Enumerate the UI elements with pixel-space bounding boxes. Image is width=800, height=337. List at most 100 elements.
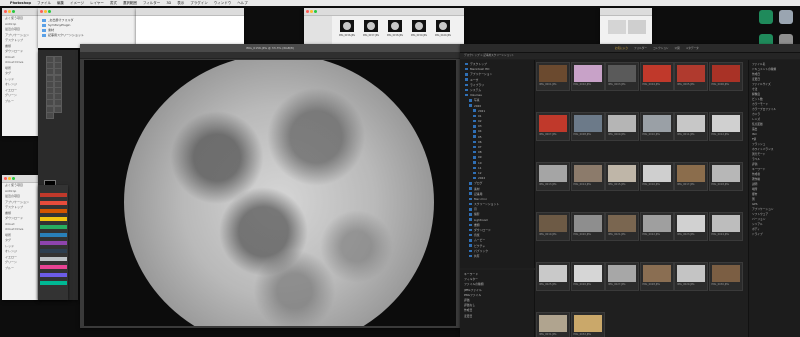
thumbnail-12[interactable]: IMG_0013.JPG bbox=[536, 162, 570, 191]
thumbnail-26[interactable]: IMG_0027.JPG bbox=[605, 262, 639, 291]
folder-tree-item-37[interactable]: 共有 bbox=[463, 254, 531, 259]
thumbnail-image bbox=[642, 265, 671, 282]
color-swatch-6[interactable] bbox=[40, 241, 67, 245]
minimize-button[interactable] bbox=[8, 10, 11, 13]
thumbnail-19[interactable]: IMG_0020.JPG bbox=[570, 212, 605, 241]
hand-icon[interactable] bbox=[54, 105, 62, 113]
zoom-button[interactable] bbox=[48, 10, 51, 13]
close-button[interactable] bbox=[40, 10, 43, 13]
color-swatch-11[interactable] bbox=[40, 281, 67, 285]
thumbnail-2[interactable]: IMG_0003.JPG bbox=[605, 62, 639, 91]
menu-item-1[interactable]: ファイル bbox=[37, 1, 51, 5]
image-file-1[interactable]: IMG_0157.JPG bbox=[360, 18, 382, 44]
bridge-tab-3[interactable]: 公開 bbox=[675, 47, 680, 50]
thumbnail-8[interactable]: IMG_0009.JPG bbox=[605, 112, 639, 141]
close-button[interactable] bbox=[306, 10, 309, 13]
zoom-icon[interactable] bbox=[46, 111, 54, 119]
thumbnail-27[interactable]: IMG_0028.JPG bbox=[639, 262, 674, 291]
bridge-tab-1[interactable]: フォルダー bbox=[634, 47, 647, 50]
thumbnail-22[interactable]: IMG_0023.JPG bbox=[674, 212, 708, 241]
image-file-2[interactable]: IMG_0158.JPG bbox=[384, 18, 406, 44]
close-button[interactable] bbox=[4, 10, 7, 13]
thumbnail-18[interactable]: IMG_0019.JPG bbox=[536, 212, 570, 241]
zoom-button[interactable] bbox=[12, 10, 15, 13]
bridge-path[interactable]: デスクトップ > 記事用スクリーンショット bbox=[464, 54, 514, 57]
menu-item-8[interactable]: 3D bbox=[166, 1, 171, 5]
thumbnail-1[interactable]: IMG_0002.JPG bbox=[570, 62, 605, 91]
color-swatch-8[interactable] bbox=[40, 257, 67, 261]
menu-item-0[interactable]: Photoshop bbox=[10, 1, 31, 5]
canvas[interactable] bbox=[84, 60, 456, 326]
thumbnail-7[interactable]: IMG_0008.JPG bbox=[570, 112, 605, 141]
menu-item-5[interactable]: 書式 bbox=[110, 1, 117, 5]
thumbnail-20[interactable]: IMG_0021.JPG bbox=[605, 212, 639, 241]
folder-icon bbox=[473, 176, 476, 180]
thumbnail-0[interactable]: IMG_0001.JPG bbox=[536, 62, 570, 91]
menu-item-9[interactable]: 表示 bbox=[177, 1, 184, 5]
folder-icon bbox=[465, 62, 468, 66]
thumbnail-30[interactable]: IMG_0031.JPG bbox=[536, 312, 570, 337]
color-swatch-1[interactable] bbox=[40, 201, 67, 205]
finder-lower-item-15[interactable]: ブルー bbox=[2, 266, 38, 272]
thumbnail-3[interactable]: IMG_0004.JPG bbox=[639, 62, 674, 91]
thumbnail-13[interactable]: IMG_0014.JPG bbox=[570, 162, 605, 191]
document-tab[interactable] bbox=[80, 52, 460, 59]
thumbnail-filename: IMG_0031.JPG bbox=[539, 333, 557, 336]
moon-thumbnail bbox=[340, 20, 354, 32]
menu-item-12[interactable]: ヘルプ bbox=[237, 1, 248, 5]
minimize-button[interactable] bbox=[310, 10, 313, 13]
desktop-icon-1[interactable] bbox=[779, 10, 793, 24]
bridge-tab-2[interactable]: コレクション bbox=[653, 47, 669, 50]
thumbnail-11[interactable]: IMG_0012.JPG bbox=[708, 112, 743, 141]
bridge-tab-4[interactable]: メタデータ bbox=[686, 47, 699, 50]
minimize-button[interactable] bbox=[8, 177, 11, 180]
color-swatch-9[interactable] bbox=[40, 265, 67, 269]
thumbnail-23[interactable]: IMG_0024.JPG bbox=[708, 212, 743, 241]
thumbnail-14[interactable]: IMG_0015.JPG bbox=[605, 162, 639, 191]
thumbnail-16[interactable]: IMG_0017.JPG bbox=[674, 162, 708, 191]
color-swatch-0[interactable] bbox=[40, 193, 67, 197]
finder-left-item-15[interactable]: ブルー bbox=[2, 99, 38, 105]
color-swatch-4[interactable] bbox=[40, 225, 67, 229]
color-swatch-3[interactable] bbox=[40, 217, 67, 221]
thumbnail-25[interactable]: IMG_0026.JPG bbox=[570, 262, 605, 291]
color-swatch-5[interactable] bbox=[40, 233, 67, 237]
bridge-tab-0[interactable]: お気に入り bbox=[615, 47, 628, 50]
image-file-0[interactable]: IMG_0156.JPG bbox=[336, 18, 358, 44]
color-swatch-7[interactable] bbox=[40, 249, 67, 253]
metadata-row-34[interactable]: ドライブ bbox=[752, 232, 798, 237]
thumbnail-17[interactable]: IMG_0018.JPG bbox=[708, 162, 743, 191]
thumbnail-24[interactable]: IMG_0025.JPG bbox=[536, 262, 570, 291]
color-swatch-10[interactable] bbox=[40, 273, 67, 277]
menu-item-4[interactable]: レイヤー bbox=[90, 1, 104, 5]
file-item-3[interactable]: 記事用スクリーンショット bbox=[42, 33, 132, 38]
color-swatch-2[interactable] bbox=[40, 209, 67, 213]
image-file-4[interactable]: IMG_0160.JPG bbox=[432, 18, 454, 44]
filter-item-8[interactable]: 変更日 bbox=[464, 314, 530, 319]
thumbnail-6[interactable]: IMG_0007.JPG bbox=[536, 112, 570, 141]
thumbnail-4[interactable]: IMG_0005.JPG bbox=[674, 62, 708, 91]
image-file-3[interactable]: IMG_0159.JPG bbox=[408, 18, 430, 44]
zoom-button[interactable] bbox=[12, 177, 15, 180]
finder-center-titlebar bbox=[38, 8, 136, 16]
menu-item-3[interactable]: イメージ bbox=[70, 1, 84, 5]
thumbnail-31[interactable]: IMG_0032.JPG bbox=[570, 312, 605, 337]
thumbnail-28[interactable]: IMG_0029.JPG bbox=[674, 262, 708, 291]
folder-icon bbox=[473, 156, 476, 159]
close-button[interactable] bbox=[4, 177, 7, 180]
menu-item-2[interactable]: 編集 bbox=[57, 1, 64, 5]
moon-image bbox=[124, 60, 434, 326]
menu-item-6[interactable]: 選択範囲 bbox=[123, 1, 137, 5]
menu-item-11[interactable]: ウィンドウ bbox=[214, 1, 232, 5]
thumbnail-5[interactable]: IMG_0006.JPG bbox=[708, 62, 743, 91]
menu-item-7[interactable]: フィルター bbox=[143, 1, 160, 5]
zoom-button[interactable] bbox=[314, 10, 317, 13]
thumbnail-29[interactable]: IMG_0030.JPG bbox=[708, 262, 743, 291]
desktop-icon-0[interactable] bbox=[759, 10, 773, 24]
menu-item-10[interactable]: プラグイン bbox=[190, 1, 208, 5]
thumbnail-21[interactable]: IMG_0022.JPG bbox=[639, 212, 674, 241]
thumbnail-10[interactable]: IMG_0011.JPG bbox=[674, 112, 708, 141]
thumbnail-15[interactable]: IMG_0016.JPG bbox=[639, 162, 674, 191]
thumbnail-9[interactable]: IMG_0010.JPG bbox=[639, 112, 674, 141]
minimize-button[interactable] bbox=[44, 10, 47, 13]
